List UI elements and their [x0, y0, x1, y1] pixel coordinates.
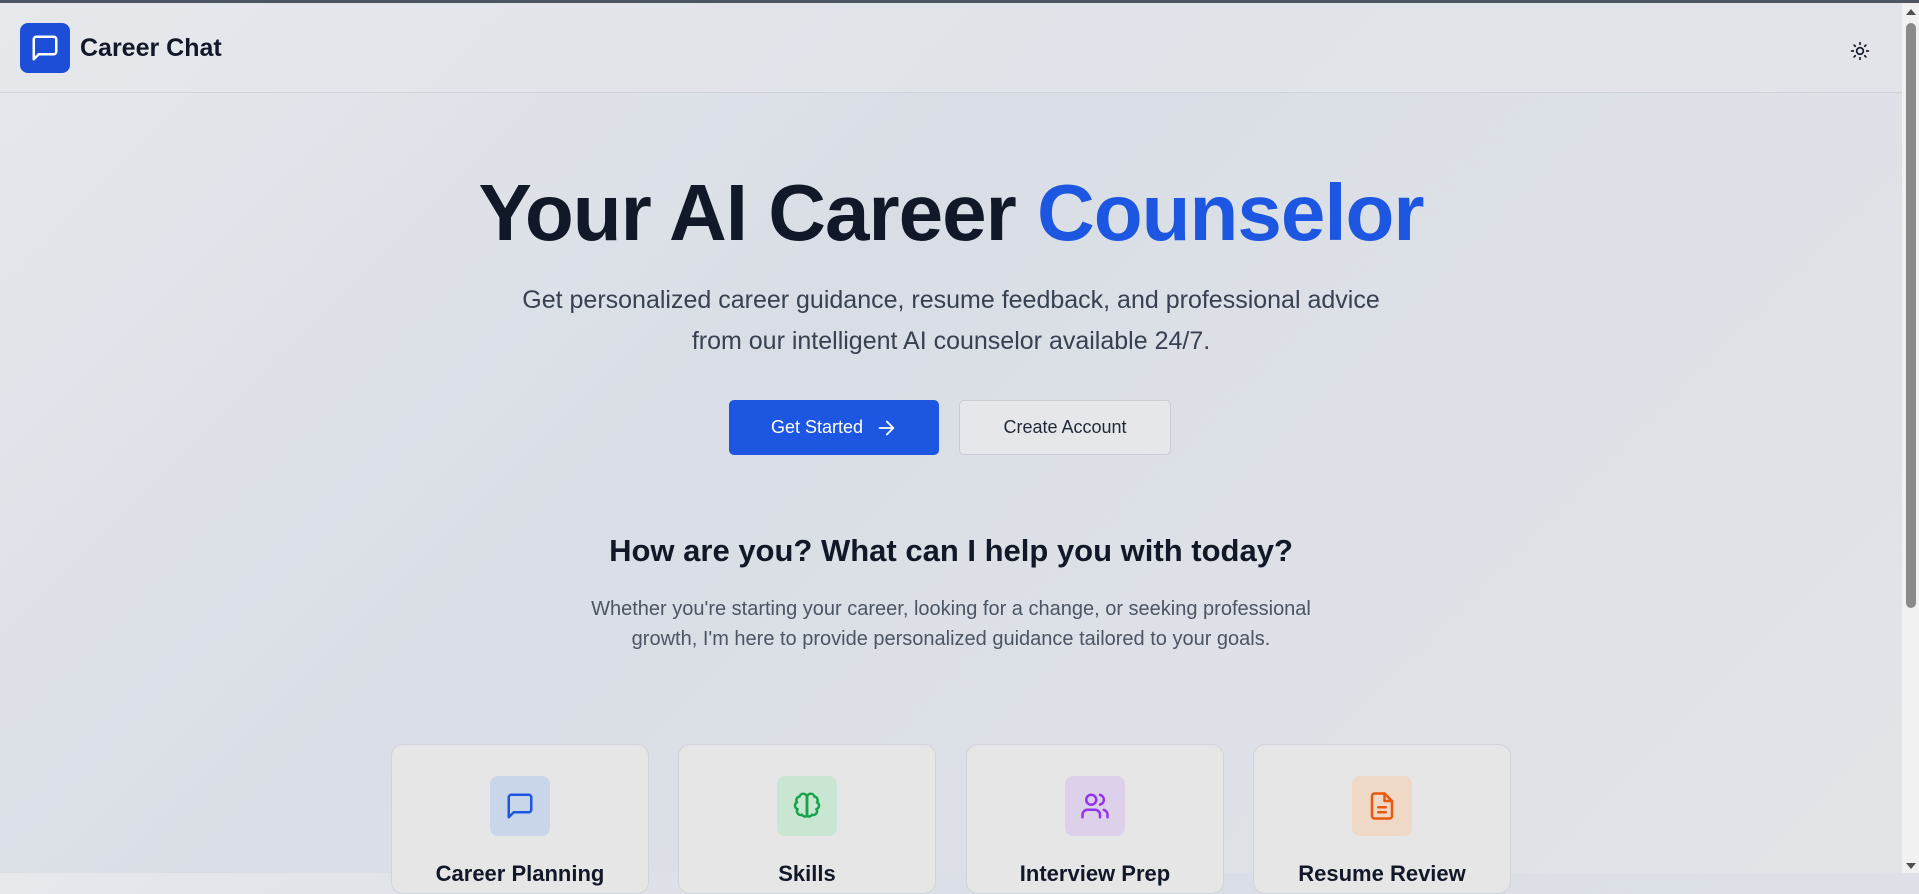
feature-icon-badge [1352, 776, 1412, 836]
get-started-button[interactable]: Get Started [729, 400, 939, 455]
scroll-down-arrow-icon[interactable] [1906, 863, 1916, 869]
feature-icon-badge [777, 776, 837, 836]
feature-icon-badge [490, 776, 550, 836]
app-header: Career Chat [0, 3, 1902, 93]
theme-toggle-button[interactable] [1844, 35, 1876, 67]
logo-badge [20, 23, 70, 73]
scroll-up-arrow-icon[interactable] [1906, 9, 1916, 15]
feature-card-career-planning[interactable]: Career Planning [391, 744, 649, 894]
help-section-description: Whether you're starting your career, loo… [591, 598, 1311, 650]
brand[interactable]: Career Chat [20, 23, 222, 73]
hero-title-accent: Counselor [1036, 168, 1425, 257]
help-section-title: How are you? What can I help you with to… [609, 533, 1293, 568]
feature-card-title: Career Planning [435, 861, 605, 886]
feature-card-title: Interview Prep [1019, 861, 1171, 886]
feature-icon-badge [1065, 776, 1125, 836]
vertical-scrollbar[interactable] [1902, 3, 1919, 873]
chat-bubble-icon [32, 35, 58, 61]
feature-card-title: Skills [778, 861, 836, 886]
users-icon [1081, 793, 1109, 819]
create-account-label: Create Account [1003, 417, 1127, 437]
feature-card-interview-prep[interactable]: Interview Prep [966, 744, 1224, 894]
brain-icon [793, 792, 821, 818]
sun-icon [1850, 41, 1870, 61]
file-text-icon [1370, 792, 1394, 820]
hero-title-main: Your AI Career [478, 168, 1037, 257]
feature-card-skills[interactable]: Skills [678, 744, 936, 894]
app-name: Career Chat [80, 33, 222, 62]
arrow-right-icon [878, 420, 895, 435]
feature-card-resume-review[interactable]: Resume Review [1253, 744, 1511, 894]
hero-subtitle: Get personalized career guidance, resume… [522, 286, 1380, 355]
get-started-label: Get Started [770, 417, 864, 437]
message-square-icon [507, 793, 533, 819]
hero-title: Your AI Career Counselor [0, 165, 1902, 261]
create-account-button[interactable]: Create Account [959, 400, 1171, 455]
scrollbar-thumb[interactable] [1906, 23, 1916, 608]
feature-card-title: Resume Review [1298, 861, 1466, 886]
